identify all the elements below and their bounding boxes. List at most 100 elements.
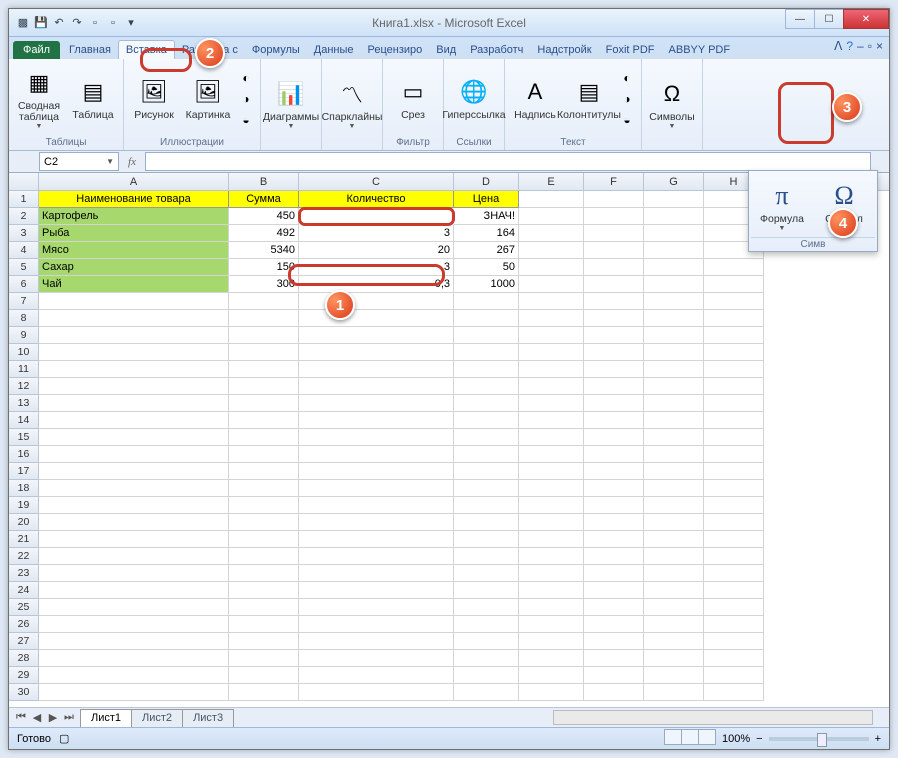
cell-B15[interactable] (229, 429, 299, 446)
ribbon-btn-колонтитулы[interactable]: ▤Колонтитулы (563, 64, 615, 134)
cell-D25[interactable] (454, 599, 519, 616)
cell-F18[interactable] (584, 480, 644, 497)
cell-D12[interactable] (454, 378, 519, 395)
row-header-3[interactable]: 3 (9, 225, 39, 242)
cell-E6[interactable] (519, 276, 584, 293)
cell-G13[interactable] (644, 395, 704, 412)
cell-C5[interactable]: 3 (299, 259, 454, 276)
cell-A21[interactable] (39, 531, 229, 548)
row-header-6[interactable]: 6 (9, 276, 39, 293)
cell-A11[interactable] (39, 361, 229, 378)
cell-B28[interactable] (229, 650, 299, 667)
zoom-out-icon[interactable]: − (756, 733, 762, 745)
tab-данные[interactable]: Данные (307, 41, 361, 59)
cell-H18[interactable] (704, 480, 764, 497)
window-close-icon[interactable]: × (876, 39, 883, 53)
cell-A27[interactable] (39, 633, 229, 650)
cell-F24[interactable] (584, 582, 644, 599)
cell-F25[interactable] (584, 599, 644, 616)
row-header-5[interactable]: 5 (9, 259, 39, 276)
sheet-tab-Лист1[interactable]: Лист1 (80, 709, 132, 727)
cell-B18[interactable] (229, 480, 299, 497)
cell-A20[interactable] (39, 514, 229, 531)
cell-G15[interactable] (644, 429, 704, 446)
col-header-F[interactable]: F (584, 173, 644, 190)
tab-вид[interactable]: Вид (429, 41, 463, 59)
ribbon-btn-символы[interactable]: ΩСимволы▼ (646, 69, 698, 139)
cell-D14[interactable] (454, 412, 519, 429)
cell-G28[interactable] (644, 650, 704, 667)
grid-rows[interactable]: 1Наименование товараСуммаКоличествоЦена2… (9, 191, 889, 707)
cell-G17[interactable] (644, 463, 704, 480)
cell-A10[interactable] (39, 344, 229, 361)
cell-E10[interactable] (519, 344, 584, 361)
col-header-C[interactable]: C (299, 173, 454, 190)
cell-G21[interactable] (644, 531, 704, 548)
fx-button[interactable]: fx (119, 156, 145, 168)
cell-A19[interactable] (39, 497, 229, 514)
cell-G23[interactable] (644, 565, 704, 582)
new-icon[interactable]: ▫ (87, 15, 103, 31)
cell-H24[interactable] (704, 582, 764, 599)
cell-C28[interactable] (299, 650, 454, 667)
cell-F4[interactable] (584, 242, 644, 259)
cell-A1[interactable]: Наименование товара (39, 191, 229, 208)
cell-B23[interactable] (229, 565, 299, 582)
tab-разработч[interactable]: Разработч (463, 41, 530, 59)
cell-E13[interactable] (519, 395, 584, 412)
cell-H30[interactable] (704, 684, 764, 701)
col-header-E[interactable]: E (519, 173, 584, 190)
cell-B22[interactable] (229, 548, 299, 565)
cell-C2[interactable] (299, 208, 454, 225)
row-header-8[interactable]: 8 (9, 310, 39, 327)
small-tool[interactable]: ◑ (236, 89, 256, 109)
ribbon-btn-диаграммы[interactable]: 📊Диаграммы▼ (265, 69, 317, 139)
cell-E4[interactable] (519, 242, 584, 259)
cell-H29[interactable] (704, 667, 764, 684)
col-header-B[interactable]: B (229, 173, 299, 190)
row-header-19[interactable]: 19 (9, 497, 39, 514)
row-header-28[interactable]: 28 (9, 650, 39, 667)
cell-C24[interactable] (299, 582, 454, 599)
save-icon[interactable]: 💾 (33, 15, 49, 31)
cell-F5[interactable] (584, 259, 644, 276)
help-icon[interactable]: ? (846, 39, 853, 53)
cell-A4[interactable]: Мясо (39, 242, 229, 259)
cell-B4[interactable]: 5340 (229, 242, 299, 259)
cell-A7[interactable] (39, 293, 229, 310)
cell-H8[interactable] (704, 310, 764, 327)
namebox-dropdown-icon[interactable]: ▼ (106, 157, 114, 166)
tab-file[interactable]: Файл (13, 41, 60, 59)
cell-A30[interactable] (39, 684, 229, 701)
row-header-11[interactable]: 11 (9, 361, 39, 378)
cell-H27[interactable] (704, 633, 764, 650)
row-header-1[interactable]: 1 (9, 191, 39, 208)
cell-G16[interactable] (644, 446, 704, 463)
cell-B8[interactable] (229, 310, 299, 327)
row-header-14[interactable]: 14 (9, 412, 39, 429)
cell-B20[interactable] (229, 514, 299, 531)
cell-E22[interactable] (519, 548, 584, 565)
cell-E19[interactable] (519, 497, 584, 514)
cell-F6[interactable] (584, 276, 644, 293)
cell-D28[interactable] (454, 650, 519, 667)
cell-H16[interactable] (704, 446, 764, 463)
cell-D29[interactable] (454, 667, 519, 684)
cell-B30[interactable] (229, 684, 299, 701)
sheet-last-icon[interactable]: ⏭ (61, 711, 77, 724)
cell-C9[interactable] (299, 327, 454, 344)
cell-C15[interactable] (299, 429, 454, 446)
cell-E21[interactable] (519, 531, 584, 548)
redo-icon[interactable]: ↷ (69, 15, 85, 31)
cell-D7[interactable] (454, 293, 519, 310)
cell-H26[interactable] (704, 616, 764, 633)
cell-H15[interactable] (704, 429, 764, 446)
cell-E27[interactable] (519, 633, 584, 650)
tab-abbyy pdf[interactable]: ABBYY PDF (662, 41, 738, 59)
cell-D13[interactable] (454, 395, 519, 412)
cell-F20[interactable] (584, 514, 644, 531)
cell-G6[interactable] (644, 276, 704, 293)
cell-B11[interactable] (229, 361, 299, 378)
cell-F23[interactable] (584, 565, 644, 582)
cell-C3[interactable]: 3 (299, 225, 454, 242)
